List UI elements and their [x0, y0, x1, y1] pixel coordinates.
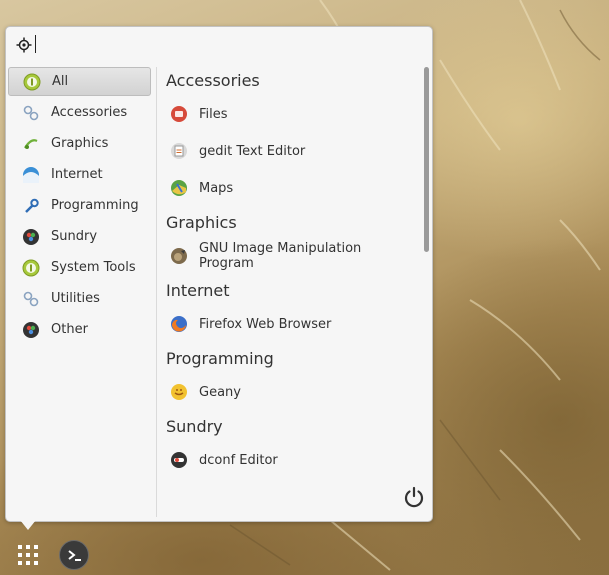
- category-list: All Accessories Graphics Internet Progra…: [6, 65, 156, 517]
- category-accessories[interactable]: Accessories: [8, 98, 151, 127]
- accessories-icon: [22, 104, 40, 122]
- app-label: dconf Editor: [199, 452, 278, 468]
- category-utilities[interactable]: Utilities: [8, 284, 151, 313]
- sundry-icon: [22, 228, 40, 246]
- search-icon: [16, 37, 32, 53]
- category-label: Internet: [51, 167, 103, 182]
- app-label: Firefox Web Browser: [199, 316, 332, 332]
- app-label: Maps: [199, 180, 234, 196]
- firefox-icon: [170, 315, 188, 333]
- app-label: Files: [199, 106, 228, 122]
- category-label: Sundry: [51, 229, 98, 244]
- section-title: Accessories: [166, 71, 260, 90]
- app-label: gedit Text Editor: [199, 143, 306, 159]
- category-label: Accessories: [51, 105, 128, 120]
- terminal-button[interactable]: [59, 540, 89, 570]
- app-geany[interactable]: Geany: [170, 377, 414, 407]
- menu-pointer: [20, 520, 36, 530]
- gimp-icon: [170, 247, 188, 265]
- app-maps[interactable]: Maps: [170, 173, 414, 203]
- terminal-icon: [68, 550, 81, 561]
- geany-icon: [170, 383, 188, 401]
- app-label: Geany: [199, 384, 241, 400]
- category-system-tools[interactable]: System Tools: [8, 253, 151, 282]
- app-grid-icon[interactable]: [16, 543, 40, 567]
- power-icon[interactable]: [403, 486, 425, 508]
- programming-icon: [22, 197, 40, 215]
- app-dconf-editor[interactable]: dconf Editor: [170, 445, 414, 475]
- internet-icon: [22, 166, 40, 184]
- category-label: System Tools: [51, 260, 136, 275]
- category-label: Graphics: [51, 136, 109, 151]
- app-gimp[interactable]: GNU Image Manipulation Program: [170, 241, 414, 271]
- app-list-scrollbar[interactable]: [424, 67, 429, 252]
- category-graphics[interactable]: Graphics: [8, 129, 151, 158]
- category-programming[interactable]: Programming: [8, 191, 151, 220]
- section-title: Sundry: [166, 417, 223, 436]
- dconf-icon: [170, 451, 188, 469]
- category-all[interactable]: All: [8, 67, 151, 96]
- search-input[interactable]: [34, 33, 414, 57]
- app-files[interactable]: Files: [170, 99, 414, 129]
- category-label: All: [52, 74, 69, 89]
- category-label: Utilities: [51, 291, 100, 306]
- app-firefox[interactable]: Firefox Web Browser: [170, 309, 414, 339]
- all-icon: [23, 73, 41, 91]
- files-icon: [170, 105, 188, 123]
- pane-divider: [156, 67, 157, 517]
- application-list: Accessories Files gedit Text Editor Maps…: [158, 65, 418, 517]
- application-menu: All Accessories Graphics Internet Progra…: [5, 26, 433, 522]
- category-internet[interactable]: Internet: [8, 160, 151, 189]
- app-gedit[interactable]: gedit Text Editor: [170, 136, 414, 166]
- section-title: Graphics: [166, 213, 237, 232]
- category-label: Other: [51, 322, 88, 337]
- text-caret: [35, 35, 36, 53]
- utilities-icon: [22, 290, 40, 308]
- other-icon: [22, 321, 40, 339]
- section-title: Programming: [166, 349, 274, 368]
- gedit-icon: [170, 142, 188, 160]
- graphics-icon: [22, 135, 40, 153]
- app-label: GNU Image Manipulation Program: [199, 241, 362, 271]
- category-sundry[interactable]: Sundry: [8, 222, 151, 251]
- maps-icon: [170, 179, 188, 197]
- category-label: Programming: [51, 198, 139, 213]
- search-bar: [6, 27, 432, 63]
- category-other[interactable]: Other: [8, 315, 151, 344]
- system-tools-icon: [22, 259, 40, 277]
- section-title: Internet: [166, 281, 230, 300]
